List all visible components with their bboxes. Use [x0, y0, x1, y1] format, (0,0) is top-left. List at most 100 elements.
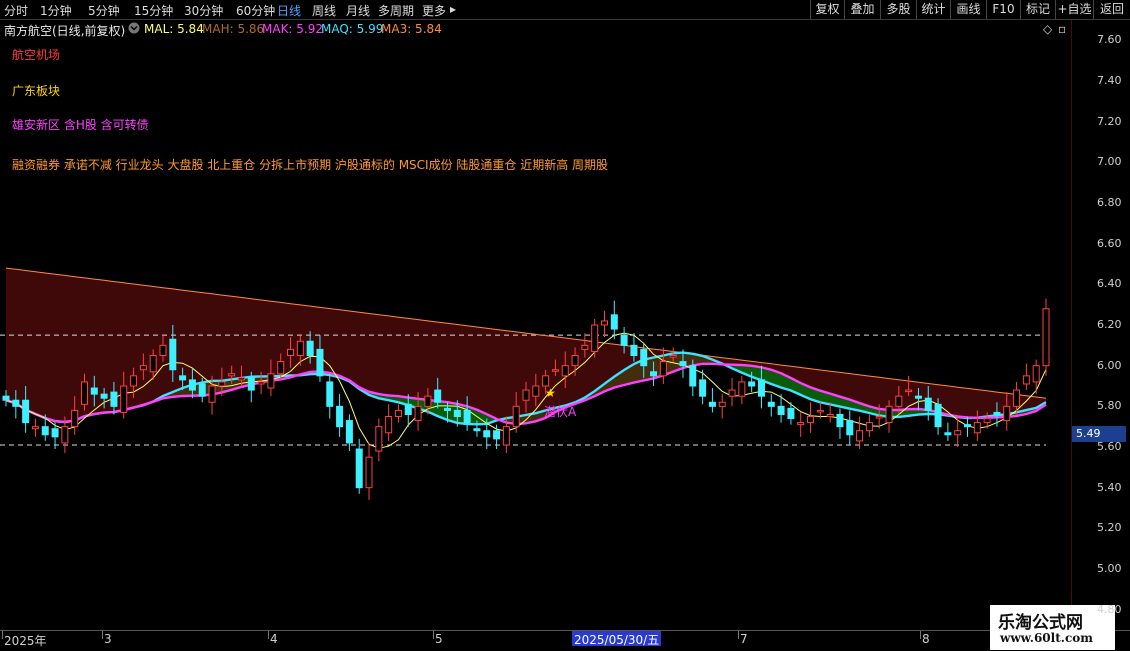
- candle-body: [944, 432, 952, 436]
- candle-body: [1032, 365, 1040, 383]
- y-tick-label: 5.60: [1097, 440, 1122, 453]
- candle-body: [738, 381, 746, 397]
- toolbar-button-2[interactable]: 多股: [880, 0, 916, 19]
- candle-body: [816, 409, 824, 413]
- x-tick-mark: [920, 631, 921, 639]
- y-tick-label: 6.40: [1097, 277, 1122, 291]
- toolbar-button-3[interactable]: 统计: [916, 0, 950, 19]
- candle-body: [748, 381, 756, 387]
- candle-body: [1003, 405, 1011, 422]
- candle-body: [296, 340, 304, 356]
- candle-body: [934, 403, 942, 428]
- tab-2[interactable]: 5分钟: [88, 2, 120, 19]
- x-tick-mark: [433, 631, 434, 639]
- tab-6[interactable]: 日线: [277, 2, 301, 19]
- date-axis: 2025年 3 4 5 7 8: [0, 630, 1130, 651]
- candle-body: [571, 355, 579, 367]
- candle-body: [12, 399, 20, 407]
- candle-body: [237, 377, 245, 381]
- candle-body: [561, 365, 569, 377]
- candle-body: [110, 391, 118, 407]
- candle-body: [973, 422, 981, 434]
- signal-label: 潜伏A: [544, 405, 577, 419]
- candle-body: [777, 405, 785, 415]
- candle-body: [247, 377, 255, 391]
- candle-body: [375, 426, 383, 452]
- candle-body: [169, 338, 177, 371]
- toolbar-button-0[interactable]: 复权: [810, 0, 844, 19]
- candle-body: [669, 355, 677, 358]
- candle-body: [159, 344, 167, 357]
- candle-body: [787, 407, 795, 420]
- candle-body: [444, 407, 452, 411]
- toolbar-button-1[interactable]: 叠加: [844, 0, 880, 19]
- candle-body: [846, 420, 854, 436]
- candle-body: [708, 401, 716, 407]
- x-tick-label: 2025年: [4, 634, 47, 648]
- candle-body: [807, 416, 815, 424]
- candle-body: [365, 456, 373, 489]
- tab-9[interactable]: 多周期: [378, 2, 414, 19]
- candle-body: [659, 361, 667, 377]
- tab-5[interactable]: 60分钟: [236, 2, 275, 19]
- candle-body: [51, 428, 59, 438]
- candle-body: [287, 348, 295, 356]
- candle-body: [483, 430, 491, 438]
- toolbar-button-6[interactable]: 标记: [1020, 0, 1055, 19]
- candle-body: [581, 344, 589, 350]
- toolbar-button-8[interactable]: 返回: [1093, 0, 1130, 19]
- candle-body: [267, 373, 275, 389]
- tab-10[interactable]: 更多: [422, 2, 446, 19]
- y-tick-label: 4.80: [1097, 602, 1122, 616]
- candle-body: [640, 348, 648, 367]
- candle-body: [31, 426, 39, 430]
- candle-body: [718, 401, 726, 407]
- candle-body: [679, 361, 687, 367]
- period-toolbar: 分时 1分钟 5分钟 15分钟 30分钟 60分钟 日线 周线 月线 多周期 更多 ▸ 复权 叠加 多股统…: [0, 0, 1130, 20]
- candle-body: [80, 381, 88, 405]
- tab-4[interactable]: 30分钟: [184, 2, 223, 19]
- candle-body: [130, 375, 138, 387]
- candle-body: [502, 426, 510, 446]
- candle-body: [71, 409, 79, 428]
- candle-body: [316, 348, 324, 377]
- candle-body: [1013, 389, 1021, 407]
- y-tick-label: 5.00: [1097, 562, 1122, 575]
- tab-7[interactable]: 周线: [312, 2, 336, 19]
- candle-body: [865, 422, 873, 432]
- tab-3[interactable]: 15分钟: [134, 2, 173, 19]
- tab-8[interactable]: 月线: [346, 2, 370, 19]
- candle-body: [1042, 308, 1050, 367]
- x-tick-label: 5: [435, 632, 443, 646]
- x-tick-mark: [268, 631, 269, 639]
- candle-body: [414, 405, 422, 422]
- candle-body: [424, 395, 432, 407]
- candle-body: [139, 365, 147, 371]
- candle-body: [875, 416, 883, 419]
- watermark-title: 乐淘公式网: [998, 613, 1083, 633]
- more-arrow-icon[interactable]: ▸: [450, 2, 456, 16]
- candle-body: [90, 387, 98, 395]
- toolbar-button-7[interactable]: +自选: [1055, 0, 1093, 19]
- y-tick-label: 7.00: [1097, 155, 1122, 169]
- cursor-date: 2025/05/30/五: [572, 631, 662, 647]
- toolbar-button-5[interactable]: F10: [986, 0, 1020, 19]
- candle-body: [885, 405, 893, 424]
- tab-0[interactable]: 分时: [4, 2, 28, 19]
- candle-body: [954, 430, 962, 436]
- y-tick-label: 6.20: [1097, 318, 1122, 331]
- candle-body: [100, 393, 108, 399]
- x-tick-mark: [738, 631, 739, 639]
- candle-body: [600, 320, 608, 326]
- tab-1[interactable]: 1分钟: [40, 2, 72, 19]
- toolbar-button-4[interactable]: 画线: [950, 0, 986, 19]
- candle-body: [336, 405, 344, 428]
- candle-body: [355, 448, 363, 489]
- kline-chart[interactable]: [0, 20, 1072, 630]
- candle-body: [689, 365, 697, 387]
- candle-body: [620, 334, 628, 346]
- candle-body: [856, 430, 864, 442]
- candle-body: [757, 379, 765, 397]
- candle-body: [532, 385, 540, 397]
- candle-body: [306, 340, 314, 356]
